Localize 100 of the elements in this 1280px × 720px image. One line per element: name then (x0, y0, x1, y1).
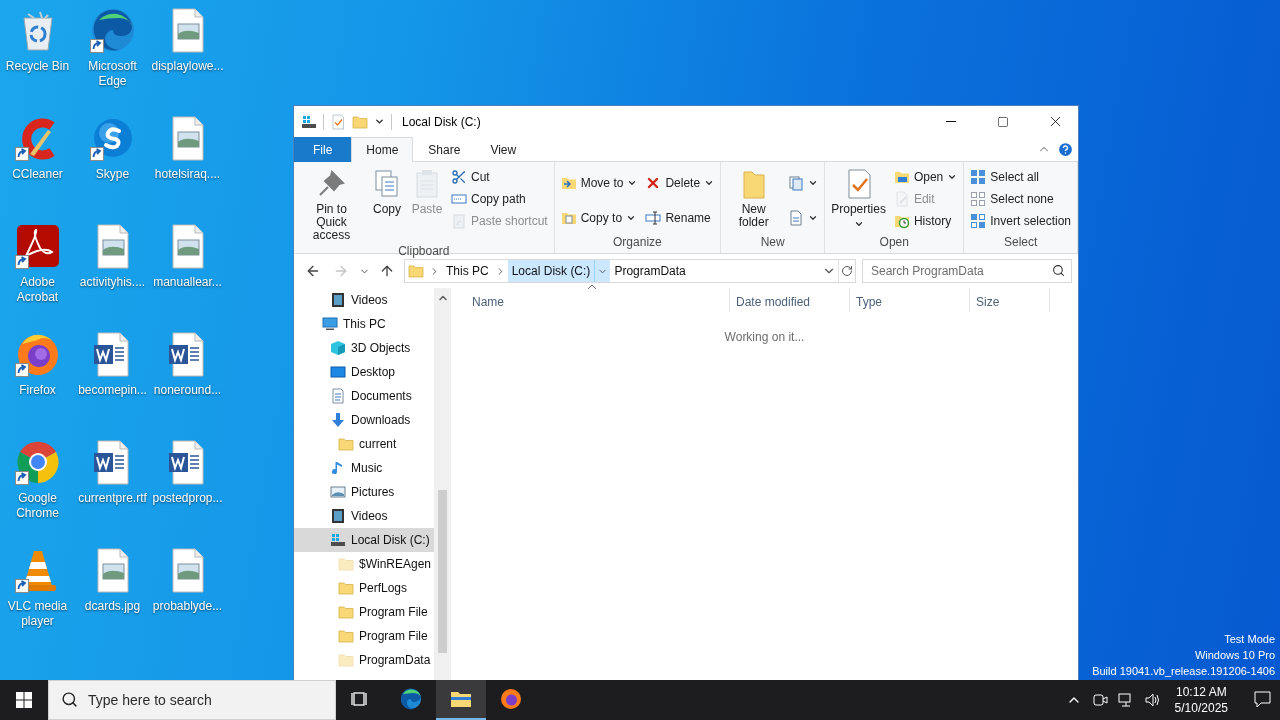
group-label: Open (878, 235, 910, 251)
drive-icon (301, 113, 317, 130)
folder-icon (338, 436, 354, 452)
browser-icon (399, 687, 423, 711)
folder-icon (338, 652, 354, 668)
nav-item[interactable]: PerfLogs (294, 576, 435, 600)
ribbon-tab[interactable]: Home (351, 137, 414, 162)
caret-icon[interactable] (374, 116, 385, 127)
breadcrumb[interactable]: ProgramData (610, 260, 690, 282)
volume-icon[interactable] (1142, 692, 1161, 708)
camera-icon[interactable] (1090, 692, 1109, 708)
ribbon-button[interactable]: Select all (967, 166, 1074, 188)
ribbon-button[interactable]: Copy (368, 166, 406, 218)
folder-icon (408, 263, 424, 279)
select-none-icon (970, 191, 987, 207)
nav-item[interactable]: $WinREAgen (294, 552, 435, 576)
cube-icon (330, 340, 346, 356)
group-label: Select (1002, 235, 1039, 251)
ribbon-button[interactable]: Pin to Quick access (297, 166, 366, 244)
windows-logo-icon (16, 692, 32, 708)
invert-selection-icon (970, 213, 987, 229)
nav-item[interactable]: Program File (294, 600, 435, 624)
ribbon-button[interactable]: Open (890, 166, 961, 188)
pdf-app-icon[interactable] (13, 222, 62, 270)
select-all-icon (970, 169, 987, 185)
forward-arrow-icon (333, 263, 349, 279)
ribbon-button[interactable]: Rename (642, 206, 718, 229)
copy-path-icon (451, 191, 467, 207)
ribbon-button[interactable]: Copy path (448, 188, 551, 210)
ribbon-button[interactable]: Select none (967, 188, 1074, 210)
ribbon-tab[interactable]: View (475, 137, 532, 162)
scrollbar[interactable] (434, 288, 451, 680)
nav-item[interactable]: Documents (294, 384, 435, 408)
search-icon (61, 691, 78, 708)
window-title: Local Disk (C:) (402, 114, 481, 129)
ribbon-tab[interactable]: File (294, 137, 352, 162)
monitor-shape (1117, 692, 1134, 708)
folder-icon (352, 113, 368, 130)
pictures-icon (330, 484, 346, 500)
refresh-icon (841, 265, 853, 277)
scrollbar-thumb[interactable] (438, 490, 448, 653)
nav-item[interactable]: Downloads (294, 408, 435, 432)
search-icon (1052, 264, 1065, 277)
nav-item[interactable]: Program File (294, 624, 435, 648)
ribbon-button[interactable]: Invert selection (967, 210, 1074, 232)
scissors-icon (451, 169, 467, 185)
rename-icon (645, 209, 662, 226)
maximize-icon (997, 115, 1009, 128)
history-icon (893, 213, 910, 229)
new-item-icon (788, 175, 805, 192)
nav-item[interactable]: Local Disk (C:) (294, 528, 435, 552)
ribbon-button[interactable]: Delete (642, 172, 718, 195)
computer-icon (322, 316, 338, 332)
notifications-icon[interactable] (1252, 690, 1274, 710)
clock[interactable]: 10:12 AM 5/10/2025 (1168, 684, 1234, 716)
column-header[interactable]: Date modified (730, 288, 850, 312)
caret-icon (853, 219, 864, 229)
ribbon-button[interactable]: New folder (724, 166, 784, 231)
taskbar-app-button[interactable] (436, 680, 486, 720)
bubble-shape (1253, 690, 1273, 710)
document-icon (330, 388, 346, 404)
ribbon-button[interactable]: Cut (448, 166, 551, 188)
folder-icon (338, 604, 354, 620)
refresh-button[interactable] (838, 260, 855, 282)
properties-icon (330, 113, 346, 130)
browser-icon[interactable] (88, 6, 137, 54)
help-icon[interactable] (1057, 140, 1074, 158)
breadcrumb[interactable]: This PC (442, 260, 493, 282)
system-info-text: Test Mode (1224, 632, 1275, 647)
column-header[interactable]: Name (455, 288, 730, 312)
browser-icon (499, 687, 523, 711)
paste-shortcut-icon (451, 213, 467, 229)
folder-icon (338, 556, 354, 572)
column-header[interactable]: Size (970, 288, 1050, 312)
nav-item[interactable]: Pictures (294, 480, 435, 504)
breadcrumb[interactable]: Local Disk (C:) (507, 260, 595, 282)
folder-icon (338, 628, 354, 644)
speaker-shape (1143, 692, 1160, 708)
drive-icon (330, 532, 346, 548)
system-info-text: Windows 10 Pro (1194, 648, 1275, 663)
ribbon-button[interactable]: History (890, 210, 961, 232)
group-label: Clipboard (397, 244, 451, 258)
nav-item[interactable]: Music (294, 456, 435, 480)
system-info-text: Build 19041.vb_release.191206-1406 (1092, 664, 1275, 679)
ribbon-tab[interactable]: Share (413, 137, 476, 162)
ribbon-button[interactable]: Properties (828, 166, 889, 231)
ribbon-button[interactable]: Copy to (557, 206, 641, 229)
caret-icon (947, 172, 958, 182)
desktop-icon (330, 364, 346, 380)
group-label: New (759, 235, 786, 251)
search-field[interactable]: Search ProgramData (862, 259, 1072, 283)
nav-item[interactable]: This PC (294, 312, 435, 336)
taskbar-search-field[interactable]: Type here to search (48, 680, 336, 720)
group-label: Organize (612, 235, 663, 251)
nav-item[interactable]: ProgramData (294, 648, 435, 672)
column-header[interactable]: Type (850, 288, 970, 312)
address-bar[interactable]: This PC Local Disk (C:) ProgramData (404, 259, 856, 283)
nav-item[interactable]: Desktop (294, 360, 435, 384)
nav-item[interactable]: current (294, 432, 435, 456)
ribbon-button[interactable]: Move to (557, 172, 641, 195)
